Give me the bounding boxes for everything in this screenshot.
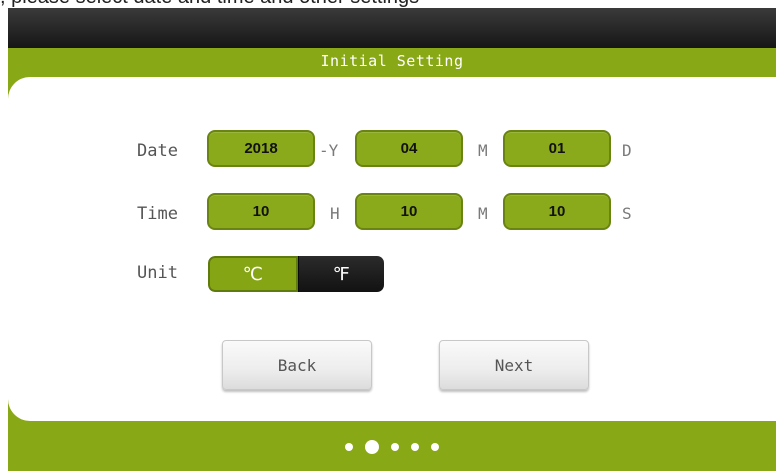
header-caption: , please select date and time and other … [0,0,419,8]
temperature-unit-toggle: ℃ ℉ [208,256,384,292]
minute-field[interactable]: 10 [355,193,463,230]
page-dot [431,443,439,451]
date-label: Date [137,141,178,161]
year-field[interactable]: 2018 [207,130,315,167]
page-dot [411,443,419,451]
minute-unit: M [478,204,488,223]
second-unit: S [622,204,632,223]
header-caption-strip: , please select date and time and other … [0,0,776,8]
page-dot [391,443,399,451]
device-screen: Initial Setting Date 2018 -Y 04 M 01 D T… [8,8,776,471]
day-unit: D [622,141,632,160]
settings-panel: Date 2018 -Y 04 M 01 D Time 10 H 10 M 10… [8,77,776,421]
year-unit: -Y [319,141,339,160]
page-dot [345,443,353,451]
top-dark-bar [8,8,776,48]
hour-unit: H [330,204,340,223]
next-button[interactable]: Next [439,340,589,390]
hour-field[interactable]: 10 [207,193,315,230]
month-unit: M [478,141,488,160]
page-title: Initial Setting [320,52,464,70]
page-dot-active [365,440,379,454]
celsius-option[interactable]: ℃ [208,256,298,292]
month-field[interactable]: 04 [355,130,463,167]
page-indicator [8,438,776,456]
back-button[interactable]: Back [222,340,372,390]
time-label: Time [137,204,178,224]
second-field[interactable]: 10 [503,193,611,230]
day-field[interactable]: 01 [503,130,611,167]
unit-label: Unit [137,263,178,283]
fahrenheit-option[interactable]: ℉ [297,256,384,292]
